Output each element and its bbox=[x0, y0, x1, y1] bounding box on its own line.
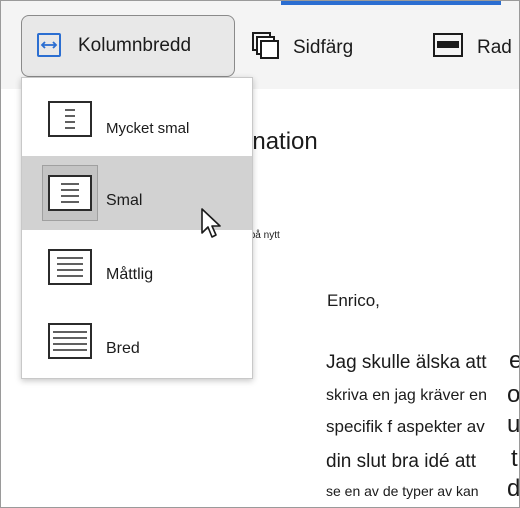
menu-item-label: Bred bbox=[106, 340, 140, 357]
menu-item-very-narrow[interactable]: Mycket smal bbox=[22, 82, 252, 156]
menu-item-wide[interactable]: Bred bbox=[22, 304, 252, 378]
body-line: din slut bra idé att bbox=[326, 451, 476, 472]
page-color-label: Sidfärg bbox=[293, 37, 354, 58]
column-width-icon bbox=[36, 32, 62, 58]
column-width-button[interactable]: Kolumnbredd bbox=[21, 15, 235, 77]
very-narrow-column-icon bbox=[48, 101, 92, 137]
menu-item-label: Smal bbox=[106, 192, 143, 209]
page-color-icon bbox=[251, 31, 281, 61]
menu-item-label: Mycket smal bbox=[106, 120, 190, 137]
menu-item-label: Måttlig bbox=[106, 266, 154, 283]
toolbar: Kolumnbredd Sidfärg Rad bbox=[1, 1, 519, 89]
body-line: skriva en jag kräver en bbox=[326, 387, 487, 404]
narrow-column-icon bbox=[48, 175, 92, 211]
row-icon bbox=[433, 33, 463, 57]
edge-char: u bbox=[507, 411, 520, 438]
subtitle-small-text: på nytt bbox=[249, 230, 280, 241]
row-button[interactable]: Rad bbox=[431, 15, 519, 77]
app-window: Kolumnbredd Sidfärg Rad enation på nytt … bbox=[0, 0, 520, 508]
body-line: specifik f aspekter av bbox=[326, 417, 485, 436]
edge-char: d bbox=[507, 475, 520, 502]
mouse-cursor-icon bbox=[200, 207, 224, 246]
column-width-label: Kolumnbredd bbox=[78, 35, 192, 56]
greeting: Enrico, bbox=[327, 291, 380, 310]
edge-char: e bbox=[509, 347, 519, 375]
body-line: se en av de typer av kan bbox=[326, 483, 479, 499]
wide-column-icon bbox=[48, 323, 92, 359]
body-line: Jag skulle älska att bbox=[326, 352, 487, 373]
row-label: Rad bbox=[477, 37, 512, 58]
page-color-button[interactable]: Sidfärg bbox=[247, 15, 377, 77]
edge-char: o bbox=[507, 381, 520, 408]
moderate-column-icon bbox=[48, 249, 92, 285]
edge-char: t bbox=[511, 445, 518, 472]
accent-line bbox=[281, 1, 501, 5]
